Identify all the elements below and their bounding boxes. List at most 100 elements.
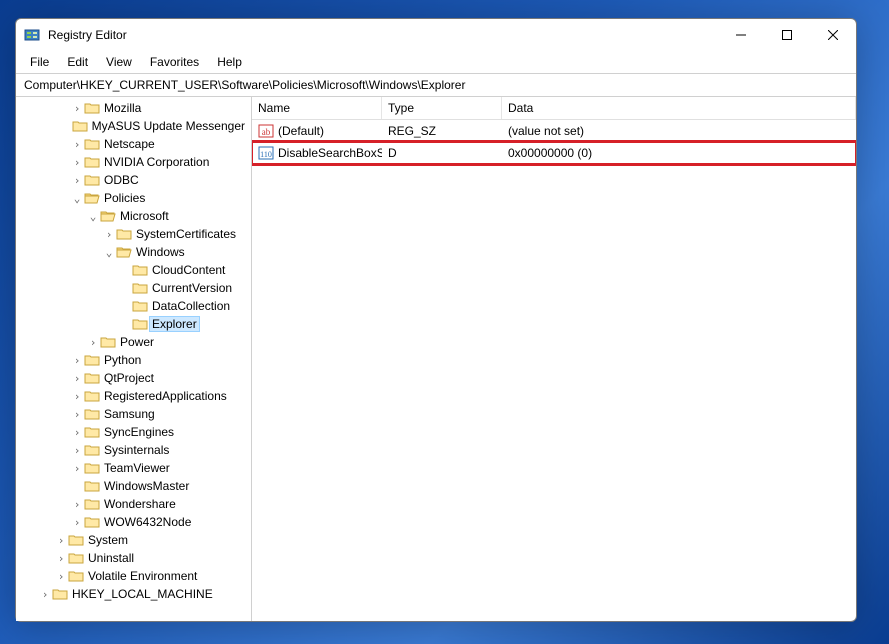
tree-node[interactable]: › Python <box>16 351 251 369</box>
tree-node[interactable]: › SystemCertificates <box>16 225 251 243</box>
chevron-right-icon[interactable]: › <box>70 372 84 385</box>
tree-node[interactable]: ›WOW6432Node <box>16 513 251 531</box>
column-data[interactable]: Data <box>502 97 856 119</box>
chevron-right-icon[interactable]: › <box>54 570 68 583</box>
folder-icon <box>72 119 90 133</box>
values-pane: Name Type Data ab(Default)REG_SZ(value n… <box>252 97 856 621</box>
chevron-right-icon[interactable]: › <box>70 444 84 457</box>
value-name-cell: ab(Default) <box>252 121 382 141</box>
tree-node[interactable]: ›ODBC <box>16 171 251 189</box>
tree-node-label: System <box>86 533 130 547</box>
tree-node[interactable]: MyASUS Update Messenger <box>16 117 251 135</box>
maximize-button[interactable] <box>764 19 810 51</box>
tree-node-label: SystemCertificates <box>134 227 238 241</box>
folder-icon <box>84 497 102 511</box>
close-button[interactable] <box>810 19 856 51</box>
address-bar[interactable]: Computer\HKEY_CURRENT_USER\Software\Poli… <box>16 73 856 97</box>
folder-icon <box>68 551 86 565</box>
window-controls <box>718 19 856 51</box>
tree-pane[interactable]: ›Mozilla MyASUS Update Messenger ›Netscape… <box>16 97 252 621</box>
tree-node[interactable]: ›SyncEngines <box>16 423 251 441</box>
chevron-right-icon[interactable]: › <box>70 462 84 475</box>
tree-node[interactable]: Explorer <box>16 315 251 333</box>
tree-node[interactable]: ⌄Policies <box>16 189 251 207</box>
minimize-button[interactable] <box>718 19 764 51</box>
folder-icon <box>84 191 102 205</box>
tree-node[interactable]: ›RegisteredApplications <box>16 387 251 405</box>
tree-node-label: Volatile Environment <box>86 569 199 583</box>
tree-node-label: Sysinternals <box>102 443 171 457</box>
tree-node-label: Microsoft <box>118 209 171 223</box>
tree-node-label: TeamViewer <box>102 461 172 475</box>
chevron-right-icon[interactable]: › <box>70 354 84 367</box>
tree-node[interactable]: ⌄ Microsoft <box>16 207 251 225</box>
chevron-down-icon[interactable]: ⌄ <box>102 246 116 259</box>
tree-node[interactable]: › Volatile Environment <box>16 567 251 585</box>
chevron-right-icon[interactable]: › <box>70 516 84 529</box>
tree-node[interactable]: › Samsung <box>16 405 251 423</box>
tree-node-label: Uninstall <box>86 551 136 565</box>
menu-file[interactable]: File <box>22 53 57 71</box>
chevron-right-icon[interactable]: › <box>70 390 84 403</box>
chevron-right-icon[interactable]: › <box>70 426 84 439</box>
tree-node[interactable]: CurrentVersion <box>16 279 251 297</box>
chevron-right-icon[interactable]: › <box>86 336 100 349</box>
folder-icon <box>132 281 150 295</box>
chevron-right-icon[interactable]: › <box>70 138 84 151</box>
folder-icon <box>100 335 118 349</box>
tree-node-label: MyASUS Update Messenger <box>90 119 247 133</box>
folder-icon <box>84 425 102 439</box>
menu-edit[interactable]: Edit <box>59 53 96 71</box>
value-row[interactable]: 110DisableSearchBoxSuggestionsD0x0000000… <box>252 142 856 164</box>
tree-node[interactable]: › Sysinternals <box>16 441 251 459</box>
chevron-right-icon[interactable]: › <box>38 588 52 601</box>
tree-node-label: Python <box>102 353 143 367</box>
tree-node[interactable]: ›Mozilla <box>16 99 251 117</box>
chevron-down-icon[interactable]: ⌄ <box>86 210 100 223</box>
folder-icon <box>84 407 102 421</box>
tree-node[interactable]: WindowsMaster <box>16 477 251 495</box>
tree-node[interactable]: CloudContent <box>16 261 251 279</box>
tree-node[interactable]: ›NVIDIA Corporation <box>16 153 251 171</box>
chevron-right-icon[interactable]: › <box>70 408 84 421</box>
column-name[interactable]: Name <box>252 97 382 119</box>
column-type[interactable]: Type <box>382 97 502 119</box>
folder-icon <box>84 371 102 385</box>
tree-node[interactable]: › System <box>16 531 251 549</box>
tree-node[interactable]: DataCollection <box>16 297 251 315</box>
chevron-right-icon[interactable]: › <box>70 102 84 115</box>
chevron-right-icon[interactable]: › <box>70 174 84 187</box>
values-list[interactable]: ab(Default)REG_SZ(value not set)110Disab… <box>252 120 856 621</box>
menu-help[interactable]: Help <box>209 53 250 71</box>
chevron-right-icon[interactable]: › <box>70 156 84 169</box>
titlebar[interactable]: Registry Editor <box>16 19 856 51</box>
folder-icon <box>116 245 134 259</box>
tree-node-label: Samsung <box>102 407 157 421</box>
folder-icon <box>84 389 102 403</box>
tree-node[interactable]: ›QtProject <box>16 369 251 387</box>
tree-node[interactable]: ›Netscape <box>16 135 251 153</box>
chevron-right-icon[interactable]: › <box>70 498 84 511</box>
menu-favorites[interactable]: Favorites <box>142 53 207 71</box>
chevron-down-icon[interactable]: ⌄ <box>70 192 84 205</box>
menu-view[interactable]: View <box>98 53 140 71</box>
chevron-right-icon[interactable]: › <box>54 552 68 565</box>
tree-node[interactable]: › TeamViewer <box>16 459 251 477</box>
dword-value-icon: 110 <box>258 145 274 161</box>
client-area: ›Mozilla MyASUS Update Messenger ›Netscape… <box>16 97 856 621</box>
tree-node-label: Windows <box>134 245 187 259</box>
folder-icon <box>84 443 102 457</box>
tree-node-label: CurrentVersion <box>150 281 234 295</box>
tree-node[interactable]: › Uninstall <box>16 549 251 567</box>
tree-node[interactable]: › Wondershare <box>16 495 251 513</box>
chevron-right-icon[interactable]: › <box>54 534 68 547</box>
values-header[interactable]: Name Type Data <box>252 97 856 120</box>
tree-node[interactable]: ⌄ Windows <box>16 243 251 261</box>
value-row[interactable]: ab(Default)REG_SZ(value not set) <box>252 120 856 142</box>
tree-node-label: Wondershare <box>102 497 178 511</box>
svg-text:110: 110 <box>260 150 272 159</box>
chevron-right-icon[interactable]: › <box>102 228 116 241</box>
tree-node[interactable]: ›HKEY_LOCAL_MACHINE <box>16 585 251 603</box>
tree-node[interactable]: ›Power <box>16 333 251 351</box>
tree-node-label: Explorer <box>150 317 199 331</box>
